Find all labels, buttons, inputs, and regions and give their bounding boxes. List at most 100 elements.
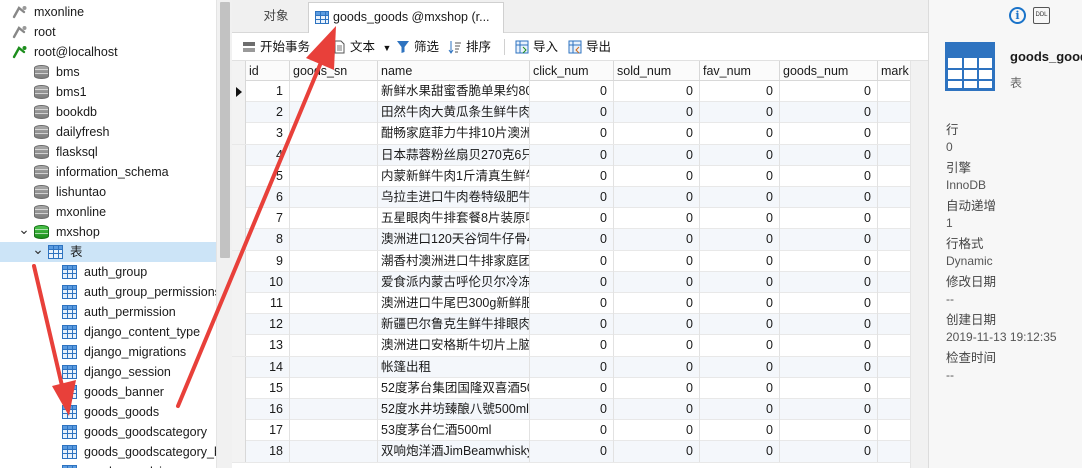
begin-transaction-button[interactable]: 开始事务: [240, 37, 310, 57]
cell-name[interactable]: 52度水井坊臻酿八號500ml: [378, 399, 530, 420]
cell-fav-num[interactable]: 0: [700, 123, 780, 145]
tree-item-goods-goodscategory-brand[interactable]: goods_goodscategory_brand: [0, 442, 216, 462]
cell-id[interactable]: 3: [246, 123, 290, 145]
table-row[interactable]: 4 日本蒜蓉粉丝扇贝270克6只 0 0 0 0: [232, 144, 910, 166]
cell-goods-sn[interactable]: [290, 165, 378, 187]
cell-mark[interactable]: [878, 420, 910, 441]
tree-item-root[interactable]: root: [0, 22, 216, 42]
cell-click-num[interactable]: 0: [530, 377, 614, 399]
tree-item-tables[interactable]: ⌄ 表: [0, 242, 216, 262]
cell-mark[interactable]: [878, 208, 910, 229]
cell-sold-num[interactable]: 0: [614, 293, 700, 314]
cell-goods-num[interactable]: 0: [780, 314, 878, 336]
table-row[interactable]: 6 乌拉圭进口牛肉卷特级肥牛卷 0 0 0 0: [232, 187, 910, 209]
row-selector[interactable]: [232, 81, 246, 102]
table-row[interactable]: 11 澳洲进口牛尾巴300g新鲜肥 0 0 0 0: [232, 293, 910, 315]
cell-fav-num[interactable]: 0: [700, 441, 780, 463]
table-row[interactable]: 7 五星眼肉牛排套餐8片装原味 0 0 0 0: [232, 208, 910, 230]
tree-item-bookdb[interactable]: bookdb: [0, 102, 216, 122]
cell-goods-num[interactable]: 0: [780, 250, 878, 272]
cell-goods-num[interactable]: 0: [780, 356, 878, 378]
cell-goods-sn[interactable]: [290, 441, 378, 463]
cell-click-num[interactable]: 0: [530, 144, 614, 166]
cell-name[interactable]: 爱食派内蒙古呼伦贝尔冷冻生: [378, 271, 530, 293]
cell-goods-sn[interactable]: [290, 250, 378, 272]
cell-sold-num[interactable]: 0: [614, 250, 700, 272]
cell-click-num[interactable]: 0: [530, 229, 614, 251]
tree-item-mxshop[interactable]: ⌄ mxshop: [0, 222, 216, 242]
cell-fav-num[interactable]: 0: [700, 271, 780, 293]
tree-item-mxonline[interactable]: mxonline: [0, 2, 216, 22]
cell-name[interactable]: 新疆巴尔鲁克生鲜牛排眼肉牛: [378, 314, 530, 336]
cell-name[interactable]: 帐篷出租: [378, 356, 530, 378]
table-row[interactable]: 10 爱食派内蒙古呼伦贝尔冷冻生 0 0 0 0: [232, 271, 910, 293]
cell-click-num[interactable]: 0: [530, 250, 614, 272]
row-selector[interactable]: [232, 314, 246, 336]
cell-mark[interactable]: [878, 441, 910, 462]
row-selector[interactable]: [232, 356, 246, 378]
column-header-fav-num[interactable]: fav_num: [700, 61, 780, 81]
tree-item-bms[interactable]: bms: [0, 62, 216, 82]
cell-mark[interactable]: [878, 399, 910, 420]
row-selector[interactable]: [232, 377, 246, 399]
cell-fav-num[interactable]: 0: [700, 187, 780, 208]
cell-mark[interactable]: [878, 272, 910, 293]
table-row[interactable]: 12 新疆巴尔鲁克生鲜牛排眼肉牛 0 0 0 0: [232, 314, 910, 336]
row-selector[interactable]: [232, 250, 246, 272]
cell-mark[interactable]: [878, 293, 910, 314]
cell-fav-num[interactable]: 0: [700, 399, 780, 420]
cell-goods-sn[interactable]: [290, 187, 378, 208]
cell-name[interactable]: 酣畅家庭菲力牛排10片澳洲: [378, 123, 530, 145]
cell-sold-num[interactable]: 0: [614, 144, 700, 166]
cell-sold-num[interactable]: 0: [614, 102, 700, 124]
cell-click-num[interactable]: 0: [530, 399, 614, 420]
cell-id[interactable]: 10: [246, 271, 290, 293]
table-row[interactable]: 9 潮香村澳洲进口牛排家庭团购 0 0 0 0: [232, 250, 910, 272]
cell-goods-sn[interactable]: [290, 229, 378, 251]
cell-mark[interactable]: [878, 187, 910, 208]
cell-goods-num[interactable]: 0: [780, 123, 878, 145]
cell-id[interactable]: 16: [246, 399, 290, 420]
cell-goods-num[interactable]: 0: [780, 208, 878, 230]
cell-id[interactable]: 4: [246, 144, 290, 166]
cell-fav-num[interactable]: 0: [700, 144, 780, 166]
cell-sold-num[interactable]: 0: [614, 187, 700, 208]
cell-sold-num[interactable]: 0: [614, 441, 700, 463]
table-row[interactable]: 16 52度水井坊臻酿八號500ml 0 0 0 0: [232, 399, 910, 421]
cell-name[interactable]: 澳洲进口120天谷饲牛仔骨4: [378, 229, 530, 251]
tree-item-auth-permission[interactable]: auth_permission: [0, 302, 216, 322]
cell-fav-num[interactable]: 0: [700, 335, 780, 357]
tab-goods-goods[interactable]: goods_goods @mxshop (r...: [308, 2, 504, 33]
cell-sold-num[interactable]: 0: [614, 271, 700, 293]
cell-mark[interactable]: [878, 123, 910, 144]
cell-click-num[interactable]: 0: [530, 165, 614, 187]
cell-name[interactable]: 田然牛肉大黄瓜条生鲜牛肉冷: [378, 102, 530, 124]
cell-id[interactable]: 15: [246, 377, 290, 399]
cell-name[interactable]: 澳洲进口安格斯牛切片上脑牛: [378, 335, 530, 357]
table-row[interactable]: 18 双响炮洋酒JimBeamwhisky 0 0 0 0: [232, 441, 910, 463]
cell-goods-sn[interactable]: [290, 314, 378, 336]
cell-click-num[interactable]: 0: [530, 102, 614, 124]
row-selector[interactable]: [232, 399, 246, 420]
cell-sold-num[interactable]: 0: [614, 123, 700, 145]
row-selector[interactable]: [232, 420, 246, 442]
table-row[interactable]: 1 新鲜水果甜蜜香脆单果约800 0 0 0 0: [232, 81, 910, 103]
tree-item-goods-goods[interactable]: goods_goods: [0, 402, 216, 422]
column-header-goods-sn[interactable]: goods_sn: [290, 61, 378, 81]
tree-item-django-session[interactable]: django_session: [0, 362, 216, 382]
cell-goods-num[interactable]: 0: [780, 81, 878, 102]
chevron-down-icon[interactable]: ⌄: [18, 222, 30, 236]
cell-id[interactable]: 2: [246, 102, 290, 124]
cell-goods-num[interactable]: 0: [780, 293, 878, 314]
cell-name[interactable]: 53度茅台仁酒500ml: [378, 420, 530, 442]
table-row[interactable]: 13 澳洲进口安格斯牛切片上脑牛 0 0 0 0: [232, 335, 910, 357]
tree-item-root-localhost[interactable]: root@localhost: [0, 42, 216, 62]
tree-item-goods-goodsimage[interactable]: goods_goodsimage: [0, 462, 216, 468]
tree-item-mxonline[interactable]: mxonline: [0, 202, 216, 222]
row-selector[interactable]: [232, 144, 246, 166]
info-icon[interactable]: i: [1009, 7, 1026, 24]
cell-click-num[interactable]: 0: [530, 314, 614, 336]
cell-click-num[interactable]: 0: [530, 81, 614, 102]
tree-item-bms1[interactable]: bms1: [0, 82, 216, 102]
cell-id[interactable]: 18: [246, 441, 290, 463]
